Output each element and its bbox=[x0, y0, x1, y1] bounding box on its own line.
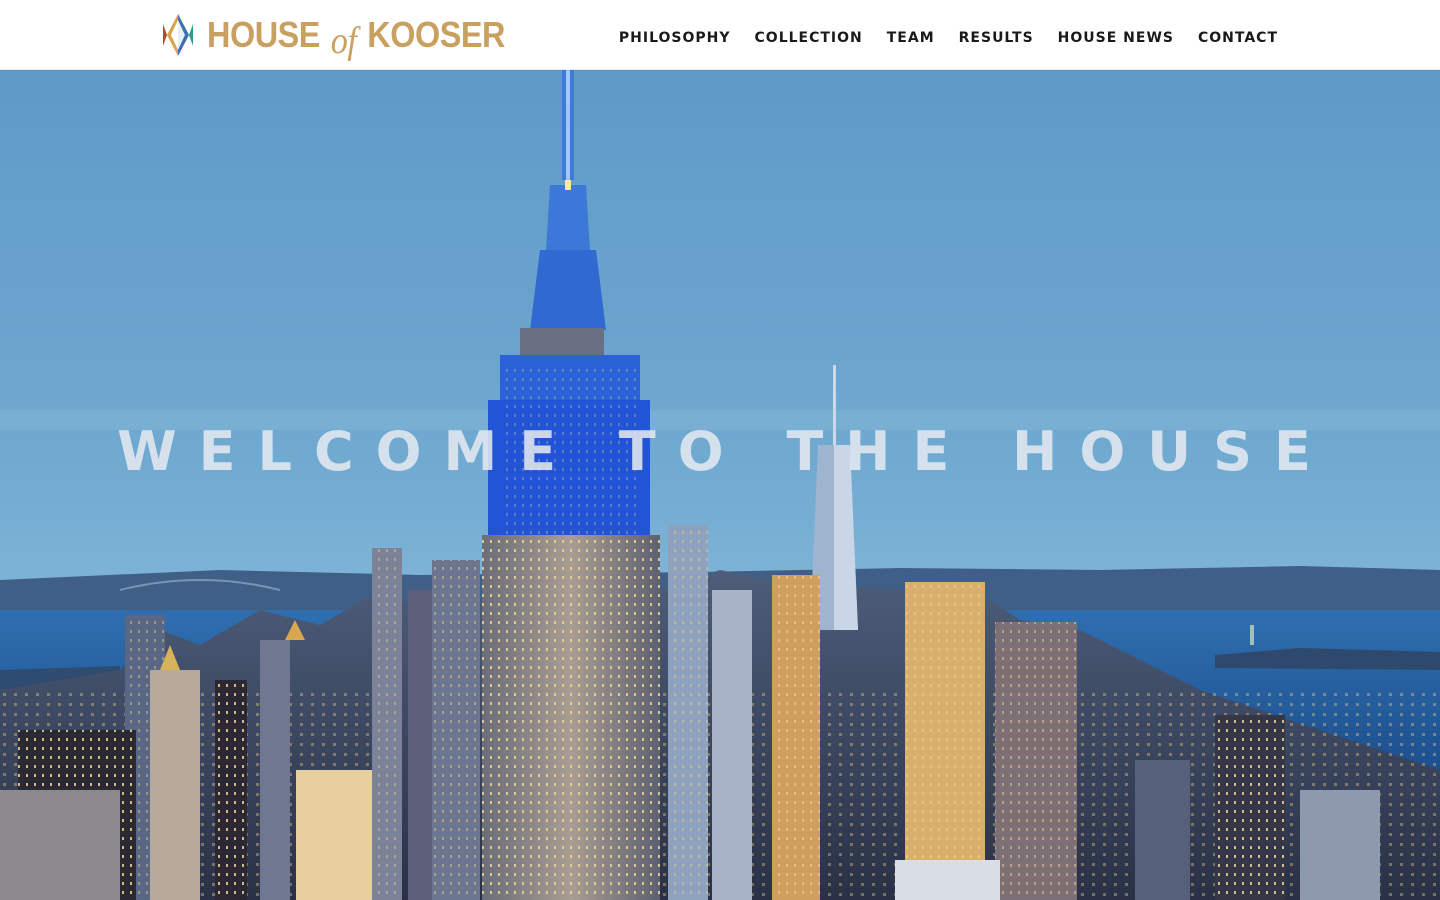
nav-item-team[interactable]: TEAM bbox=[887, 28, 935, 48]
nav-item-results[interactable]: RESULTS bbox=[959, 28, 1034, 48]
hero-title: WELCOME TO THE HOUSE bbox=[117, 420, 1333, 483]
nav-item-philosophy[interactable]: PHILOSOPHY bbox=[619, 28, 731, 48]
hero-section: WELCOME TO THE HOUSE bbox=[0, 70, 1440, 900]
nav-item-collection[interactable]: COLLECTION bbox=[755, 28, 863, 48]
brand-logo[interactable]: HOUSE of KOOSER bbox=[161, 10, 538, 60]
main-nav: PHILOSOPHY COLLECTION TEAM RESULTS HOUSE… bbox=[619, 28, 1278, 48]
brand-name: HOUSE of KOOSER bbox=[207, 14, 506, 61]
nav-item-contact[interactable]: CONTACT bbox=[1198, 28, 1278, 48]
new-york-skyline-photo bbox=[0, 70, 1440, 900]
brand-name-kooser: KOOSER bbox=[367, 14, 506, 55]
diamond-logo-icon bbox=[163, 14, 193, 56]
site-header: HOUSE of KOOSER PHILOSOPHY COLLECTION TE… bbox=[0, 0, 1440, 70]
brand-name-of: of bbox=[330, 20, 357, 62]
nav-item-house-news[interactable]: HOUSE NEWS bbox=[1058, 28, 1174, 48]
brand-name-house: HOUSE bbox=[207, 14, 320, 55]
